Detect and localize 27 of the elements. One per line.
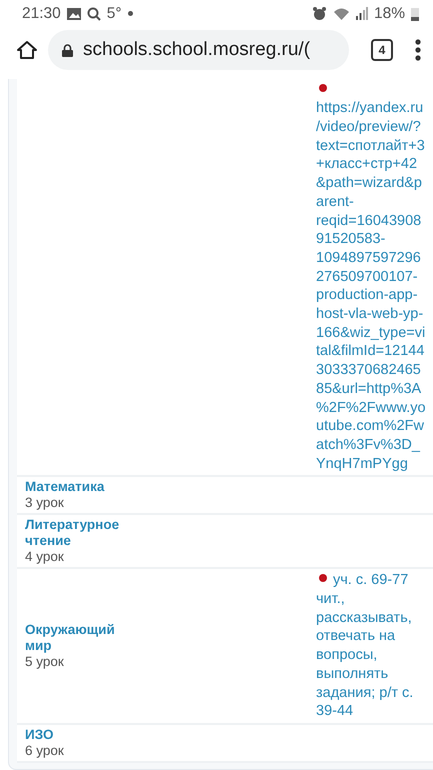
- tab-count-button[interactable]: 4: [371, 39, 393, 62]
- wifi-icon: [332, 6, 350, 21]
- signal-icon: [356, 7, 368, 20]
- image-icon: [66, 8, 81, 20]
- lesson-number: 5 урок: [25, 654, 65, 670]
- subject-link[interactable]: ИЗО: [25, 727, 125, 743]
- address-bar[interactable]: schools.school.mosreg.ru/(: [48, 30, 349, 70]
- lesson-number: 4 урок: [25, 549, 65, 566]
- homework-text: https://yandex.ru/video/preview/?text=спотлайт+3+класс+стр+42&path=wizard&parent-reqid=1604390891520583-1094897597296276509700107-production-app-host-vla-web-yp-166&wiz_type=vital&filmId=12144303337068246585&url=http%3A%2F%2Fwww.youtube.com%2Fwatch%3Fv%3D_YnqH7mPYgg: [316, 80, 433, 474]
- home-icon[interactable]: [16, 40, 38, 60]
- subject-link[interactable]: Литературное чтение: [25, 517, 125, 550]
- lesson-number: 3 урок: [25, 495, 65, 512]
- dot-icon: [128, 11, 133, 16]
- battery-percent: 18%: [374, 4, 405, 23]
- url-text: schools.school.mosreg.ru/(: [83, 39, 310, 62]
- subject-link[interactable]: Окружающий мир: [25, 622, 125, 654]
- homework-text: уч. с. 69-77 чит., рассказывать, отвечать на вопросы, выполнять задания; р/т с. 39-44: [316, 571, 414, 721]
- menu-icon[interactable]: [415, 39, 421, 62]
- bullet-icon: [319, 574, 327, 582]
- battery-icon: [411, 6, 419, 21]
- clock-time: 21:30: [22, 4, 61, 23]
- lesson-number: 6 урок: [25, 743, 65, 759]
- bullet-icon: [319, 84, 327, 92]
- lock-icon: [62, 44, 73, 57]
- subject-link[interactable]: Математика: [25, 479, 125, 496]
- temperature: 5°: [106, 4, 122, 23]
- search-icon: [86, 6, 101, 21]
